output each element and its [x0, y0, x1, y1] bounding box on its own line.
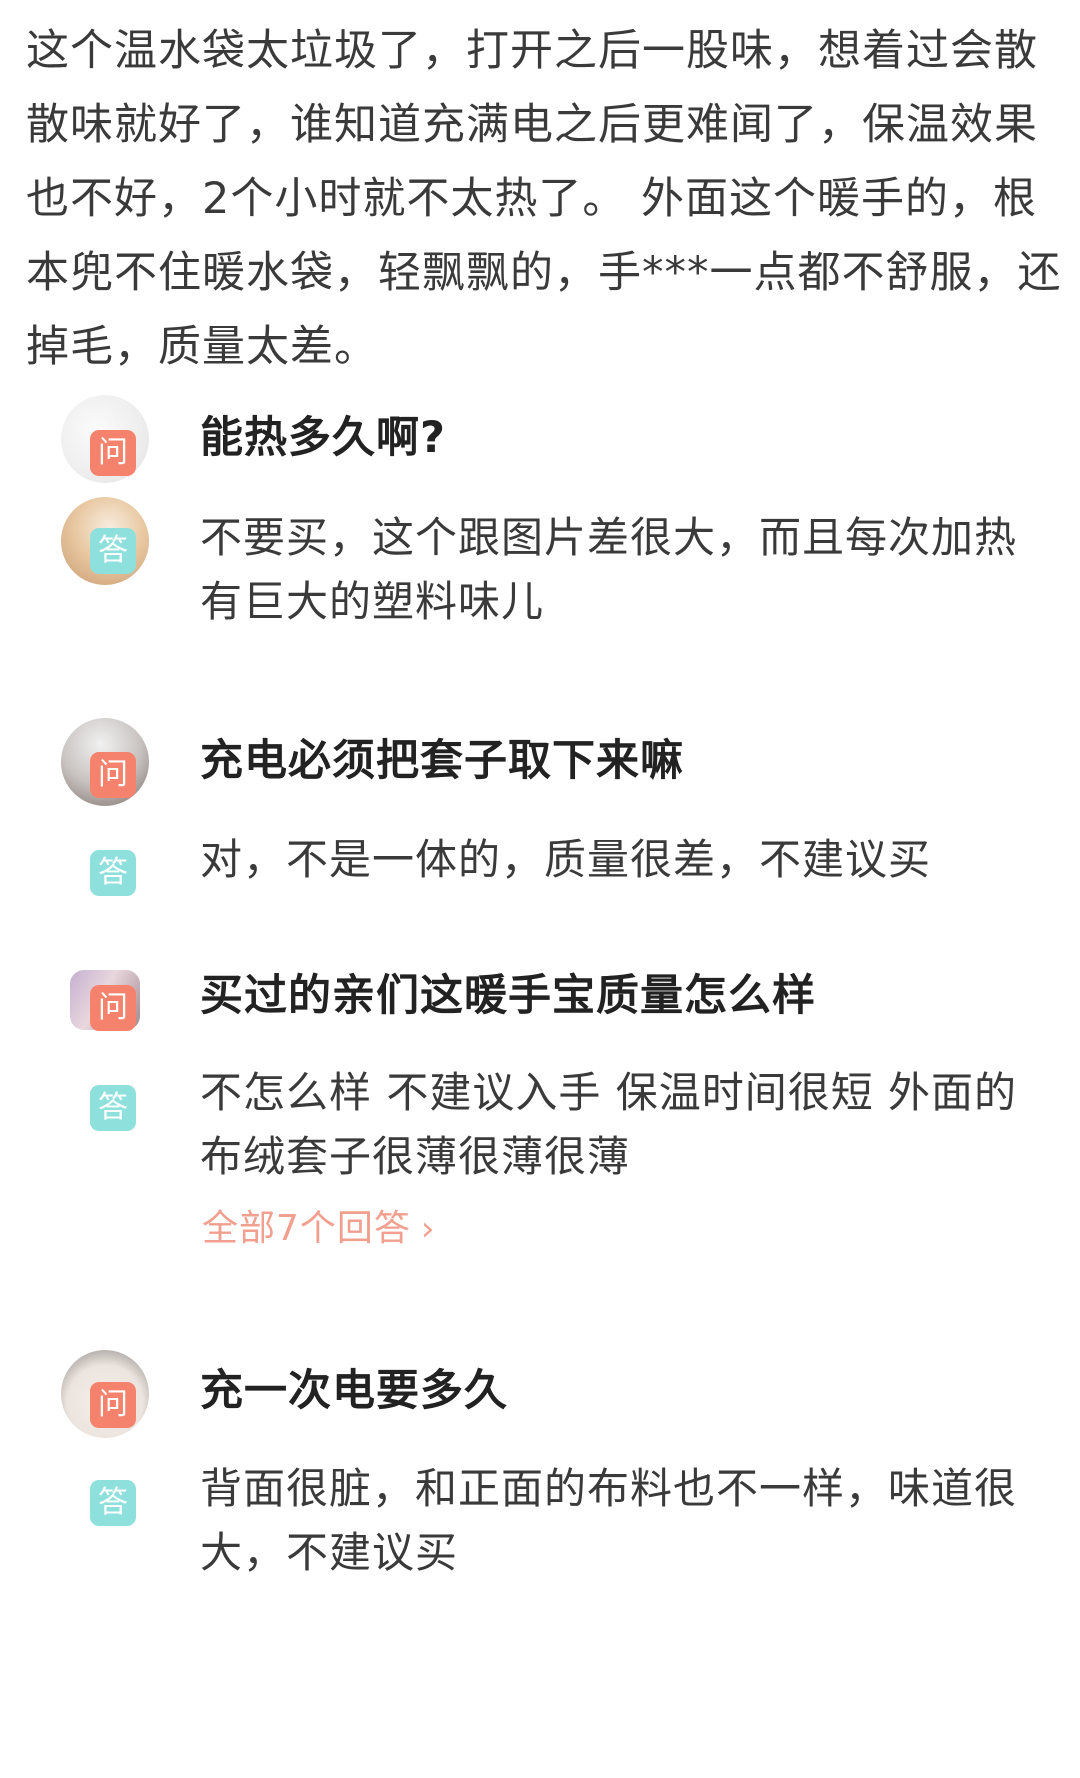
answer-text: 对，不是一体的，质量很差，不建议买: [200, 835, 932, 884]
answer-badge: 答: [90, 1085, 136, 1131]
all-answers-label: 全部7个回答: [202, 1208, 411, 1249]
answer-badge: 答: [90, 850, 136, 896]
review-text: 这个温水袋太垃圾了，打开之后一股味，想着过会散散味就好了，谁知道充满电之后更难闻…: [26, 26, 1062, 372]
answer-text: 不怎么样 不建议入手 保温时间很短 外面的布绒套子很薄很薄很薄: [200, 1068, 1018, 1181]
question-text[interactable]: 充电必须把套子取下来嘛: [200, 731, 684, 791]
answer-badge: 答: [90, 1480, 136, 1526]
answer-badge: 答: [90, 528, 136, 574]
ask-badge: 问: [90, 985, 136, 1031]
question-text[interactable]: 充一次电要多久: [200, 1361, 508, 1421]
answer-text: 背面很脏，和正面的布料也不一样，味道很大，不建议买: [200, 1464, 1018, 1577]
question-text[interactable]: 能热多久啊?: [200, 408, 446, 468]
question-text[interactable]: 买过的亲们这暖手宝质量怎么样: [200, 966, 816, 1026]
ask-badge: 问: [90, 752, 136, 798]
chevron-right-icon: ›: [420, 1209, 436, 1249]
ask-badge: 问: [90, 1382, 136, 1428]
answer-text: 不要买，这个跟图片差很大，而且每次加热有巨大的塑料味儿: [200, 513, 1018, 626]
all-answers-link[interactable]: 全部7个回答 ›: [202, 1204, 436, 1254]
ask-badge: 问: [90, 430, 136, 476]
